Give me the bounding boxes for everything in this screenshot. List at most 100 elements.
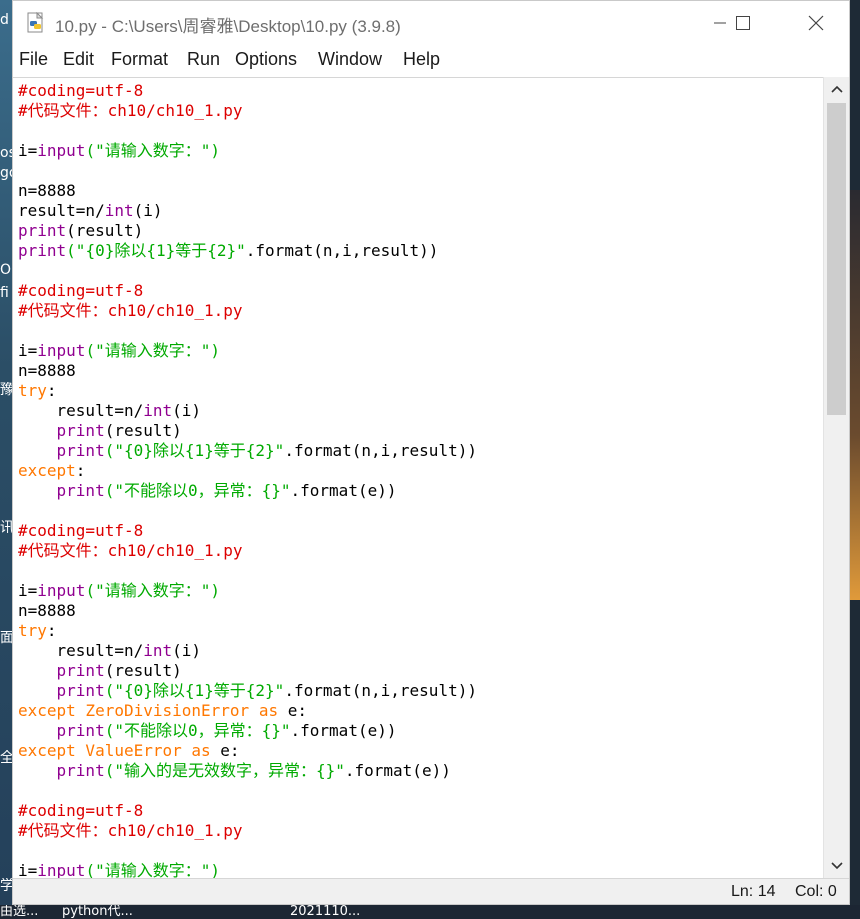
- menu-run[interactable]: Run: [187, 49, 220, 70]
- code-line[interactable]: #coding=utf-8: [18, 521, 477, 541]
- code-token: ("{0}除以{1}等于{2}": [66, 241, 246, 260]
- code-line[interactable]: print(result): [18, 661, 477, 681]
- chevron-up-icon: [830, 85, 843, 93]
- taskbar-item[interactable]: 2021110...: [290, 905, 360, 919]
- code-token: ("请输入数字："): [85, 581, 220, 600]
- desktop-icon-label: 全: [0, 750, 12, 766]
- code-line[interactable]: #coding=utf-8: [18, 81, 477, 101]
- code-token: #coding=utf-8: [18, 801, 144, 820]
- cursor-line: Ln: 14: [731, 883, 776, 900]
- scroll-up-button[interactable]: [824, 77, 849, 101]
- vertical-scrollbar[interactable]: [823, 77, 849, 878]
- code-token: print: [18, 241, 67, 260]
- code-line[interactable]: [18, 501, 477, 521]
- code-token: :: [75, 461, 86, 480]
- code-line[interactable]: result=n/int(i): [18, 401, 477, 421]
- code-line[interactable]: except ZeroDivisionError as e:: [18, 701, 477, 721]
- code-line[interactable]: [18, 841, 477, 861]
- title-bar[interactable]: 10.py - C:\Users\周睿雅\Desktop\10.py (3.9.…: [13, 1, 849, 45]
- code-line[interactable]: i=input("请输入数字："): [18, 341, 477, 361]
- code-line[interactable]: #代码文件：ch10/ch10_1.py: [18, 301, 477, 321]
- code-line[interactable]: try:: [18, 381, 477, 401]
- code-line[interactable]: #代码文件：ch10/ch10_1.py: [18, 541, 477, 561]
- python-file-icon: [27, 12, 44, 33]
- code-line[interactable]: except ValueError as e:: [18, 741, 477, 761]
- code-line[interactable]: result=n/int(i): [18, 201, 477, 221]
- code-line[interactable]: [18, 121, 477, 141]
- code-token: input: [37, 861, 86, 879]
- cursor-column: Col: 0: [795, 883, 837, 900]
- code-token: try: [18, 621, 47, 640]
- code-text[interactable]: #coding=utf-8 #代码文件：ch10/ch10_1.py i=input…: [18, 81, 477, 879]
- code-token: i=: [18, 141, 38, 160]
- code-line[interactable]: [18, 561, 477, 581]
- code-token: e:: [278, 701, 307, 720]
- code-line[interactable]: #coding=utf-8: [18, 801, 477, 821]
- desktop-icon-label: 豫: [0, 382, 12, 398]
- code-line[interactable]: n=8888: [18, 601, 477, 621]
- code-line[interactable]: print("输入的是无效数字，异常：{}".format(e)): [18, 761, 477, 781]
- code-line[interactable]: print("{0}除以{1}等于{2}".format(n,i,result)…: [18, 681, 477, 701]
- code-token: print: [56, 681, 105, 700]
- code-token: :: [46, 381, 57, 400]
- code-line[interactable]: except:: [18, 461, 477, 481]
- code-line[interactable]: print(result): [18, 421, 477, 441]
- code-token: (result): [104, 421, 182, 440]
- menu-edit[interactable]: Edit: [63, 49, 94, 70]
- code-editor[interactable]: #coding=utf-8 #代码文件：ch10/ch10_1.py i=input…: [13, 77, 823, 879]
- code-line[interactable]: print(result): [18, 221, 477, 241]
- code-line[interactable]: try:: [18, 621, 477, 641]
- code-line[interactable]: n=8888: [18, 361, 477, 381]
- desktop-icon-label: d: [0, 12, 9, 28]
- idle-editor-window: 10.py - C:\Users\周睿雅\Desktop\10.py (3.9.…: [12, 0, 850, 905]
- code-line[interactable]: i=input("请输入数字："): [18, 861, 477, 879]
- code-line[interactable]: result=n/int(i): [18, 641, 477, 661]
- code-token: n=8888: [18, 361, 76, 380]
- window-title: 10.py - C:\Users\周睿雅\Desktop\10.py (3.9.…: [55, 17, 401, 36]
- code-token: print: [56, 481, 105, 500]
- menu-window[interactable]: Window: [318, 49, 382, 70]
- taskbar-item[interactable]: python代...: [62, 905, 133, 919]
- menu-format[interactable]: Format: [111, 49, 168, 70]
- code-line[interactable]: [18, 781, 477, 801]
- code-token: result=n/: [18, 641, 144, 660]
- code-token: (i): [172, 641, 202, 660]
- code-token: (result): [66, 221, 144, 240]
- code-line[interactable]: [18, 161, 477, 181]
- code-line[interactable]: [18, 321, 477, 341]
- code-token: print: [56, 761, 105, 780]
- code-line[interactable]: print("不能除以0，异常：{}".format(e)): [18, 481, 477, 501]
- code-token: input: [37, 341, 86, 360]
- code-line[interactable]: #coding=utf-8: [18, 281, 477, 301]
- code-line[interactable]: i=input("请输入数字："): [18, 141, 477, 161]
- menu-help[interactable]: Help: [403, 49, 440, 70]
- close-button[interactable]: [793, 1, 839, 45]
- code-line[interactable]: i=input("请输入数字："): [18, 581, 477, 601]
- code-line[interactable]: print("{0}除以{1}等于{2}".format(n,i,result)…: [18, 241, 477, 261]
- scrollbar-thumb[interactable]: [827, 103, 846, 415]
- maximize-icon: [736, 16, 750, 30]
- desktop-icon-label: os: [0, 145, 12, 161]
- code-line[interactable]: print("不能除以0，异常：{}".format(e)): [18, 721, 477, 741]
- scroll-down-button[interactable]: [824, 854, 849, 878]
- desktop-icon-label: O: [0, 262, 12, 278]
- code-token: int: [143, 641, 173, 660]
- menu-options[interactable]: Options: [235, 49, 297, 70]
- menu-file[interactable]: File: [19, 49, 48, 70]
- code-line[interactable]: n=8888: [18, 181, 477, 201]
- code-line[interactable]: [18, 261, 477, 281]
- desktop-edge-left: [0, 0, 12, 919]
- taskbar-item[interactable]: 由选...: [0, 905, 38, 919]
- code-token: int: [104, 201, 134, 220]
- maximize-button[interactable]: [720, 1, 766, 45]
- code-line[interactable]: #代码文件：ch10/ch10_1.py: [18, 101, 477, 121]
- code-token: i=: [18, 341, 38, 360]
- code-token: except ValueError as: [18, 741, 211, 760]
- code-token: .format(n,i,result)): [245, 241, 439, 260]
- code-line[interactable]: #代码文件：ch10/ch10_1.py: [18, 821, 477, 841]
- code-line[interactable]: print("{0}除以{1}等于{2}".format(n,i,result)…: [18, 441, 477, 461]
